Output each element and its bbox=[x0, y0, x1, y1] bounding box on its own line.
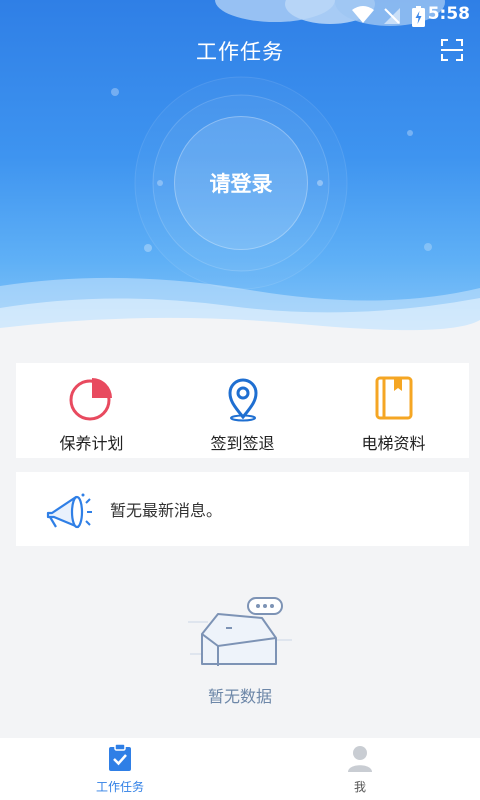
page-title: 工作任务 bbox=[196, 40, 284, 64]
bottom-tab-bar: 工作任务 我 bbox=[0, 738, 480, 800]
feature-label: 签到签退 bbox=[210, 434, 275, 453]
status-time: 5:58 bbox=[427, 4, 470, 24]
location-pin-icon bbox=[227, 378, 258, 422]
battery-charging-icon bbox=[412, 6, 425, 27]
tab-label: 我 bbox=[353, 780, 366, 794]
notice-bar[interactable]: 暂无最新消息。 bbox=[16, 472, 469, 546]
pie-chart-icon bbox=[69, 378, 112, 421]
feature-maintenance-plan[interactable]: 保养计划 bbox=[16, 363, 167, 458]
empty-box-icon bbox=[188, 597, 292, 666]
megaphone-icon bbox=[46, 493, 92, 529]
book-icon bbox=[375, 376, 412, 420]
user-icon bbox=[348, 746, 372, 772]
login-button[interactable]: 请登录 bbox=[174, 116, 308, 250]
feature-check-in-out[interactable]: 签到签退 bbox=[167, 363, 318, 458]
wave-decoration bbox=[0, 277, 480, 348]
tab-me[interactable]: 我 bbox=[240, 738, 480, 800]
notice-text: 暂无最新消息。 bbox=[110, 501, 223, 520]
hero-banner: 5:58 工作任务 请登录 bbox=[0, 0, 480, 348]
feature-elevator-docs[interactable]: 电梯资料 bbox=[318, 363, 469, 458]
scan-icon[interactable] bbox=[440, 38, 464, 62]
clipboard-check-icon bbox=[109, 744, 131, 771]
tab-label: 工作任务 bbox=[95, 780, 144, 794]
wifi-icon bbox=[352, 6, 374, 23]
feature-label: 保养计划 bbox=[59, 434, 124, 453]
empty-state-text: 暂无数据 bbox=[207, 687, 272, 706]
feature-card: 保养计划 签到签退 电梯资料 bbox=[16, 363, 469, 458]
feature-label: 电梯资料 bbox=[361, 434, 426, 453]
no-signal-icon bbox=[384, 8, 400, 24]
status-bar: 5:58 bbox=[0, 0, 480, 32]
app-root: 5:58 工作任务 请登录 保养计划 签到签退 电梯资料 暂无最新消息。 暂无数… bbox=[0, 0, 480, 800]
tab-work-tasks[interactable]: 工作任务 bbox=[0, 738, 240, 800]
